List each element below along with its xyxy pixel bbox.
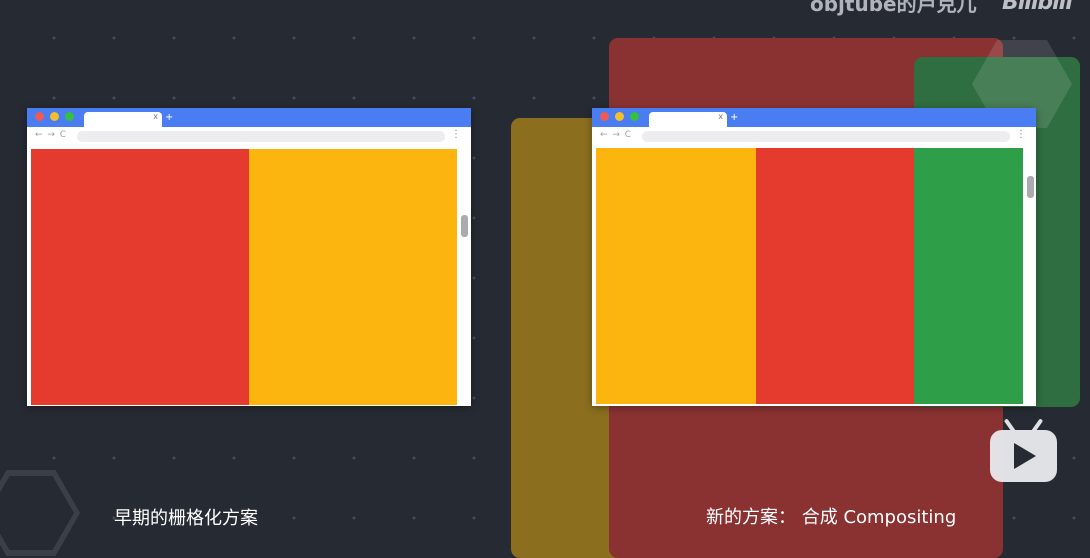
tv-antenna-left (1003, 418, 1017, 434)
window-maximize-dot-icon[interactable] (630, 112, 639, 121)
caption-early-rasterization: 早期的栅格化方案 (114, 508, 258, 529)
new-tab-plus-icon[interactable]: + (165, 112, 173, 123)
play-triangle-icon (1014, 443, 1036, 469)
scrollbar-thumb[interactable] (461, 215, 468, 237)
browser-navbar: ← → C ⋮ (27, 127, 471, 145)
content-block-yellow (596, 148, 756, 404)
address-bar[interactable] (77, 131, 445, 142)
content-block-red (31, 149, 249, 405)
scrollbar-thumb[interactable] (1027, 176, 1034, 198)
window-minimize-dot-icon[interactable] (615, 112, 624, 121)
window-maximize-dot-icon[interactable] (65, 112, 74, 121)
tab-close-icon[interactable]: x (718, 112, 723, 121)
bilibili-logo: Bilibili (1002, 0, 1073, 15)
browser-tab[interactable]: x (649, 112, 727, 127)
new-tab-plus-icon[interactable]: + (730, 112, 738, 123)
tv-play-logo-icon (990, 418, 1057, 482)
browser-tab[interactable]: x (84, 112, 162, 127)
tv-antenna-right (1030, 418, 1044, 434)
nav-arrows-reload-icon[interactable]: ← → C (35, 130, 67, 140)
page-viewport (31, 149, 457, 405)
content-block-yellow (249, 149, 457, 405)
nav-arrows-reload-icon[interactable]: ← → C (600, 130, 632, 140)
content-block-green (914, 148, 1023, 404)
watermark-text: objtube的卢克儿 (810, 0, 977, 16)
browser-titlebar: x + (592, 108, 1036, 127)
window-close-dot-icon[interactable] (600, 112, 609, 121)
browser-titlebar: x + (27, 108, 471, 127)
caption-compositing: 新的方案： 合成 Compositing (706, 507, 957, 528)
browser-window-left: x + ← → C ⋮ (27, 108, 471, 406)
window-minimize-dot-icon[interactable] (50, 112, 59, 121)
browser-navbar: ← → C ⋮ (592, 127, 1036, 145)
address-bar[interactable] (642, 131, 1010, 142)
page-viewport (596, 148, 1023, 404)
menu-kebab-icon[interactable]: ⋮ (1016, 128, 1026, 142)
browser-window-right: x + ← → C ⋮ (592, 108, 1036, 406)
menu-kebab-icon[interactable]: ⋮ (451, 128, 461, 142)
content-block-red (756, 148, 914, 404)
tab-close-icon[interactable]: x (153, 112, 158, 121)
window-close-dot-icon[interactable] (35, 112, 44, 121)
